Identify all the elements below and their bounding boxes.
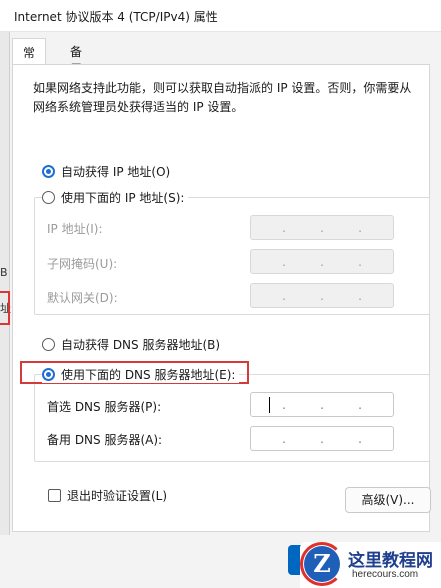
subnet-mask-field[interactable]: ... bbox=[250, 249, 394, 274]
ip-address-label: IP 地址(I): bbox=[47, 222, 103, 236]
gateway-field[interactable]: ... bbox=[250, 283, 394, 308]
radio-unselected-icon bbox=[42, 338, 55, 351]
watermark-url: herecours.com bbox=[352, 569, 419, 580]
text-caret bbox=[269, 397, 270, 413]
description-text: 如果网络支持此功能，则可以获取自动指派的 IP 设置。否则，你需要从网络系统管理… bbox=[33, 81, 412, 114]
tab-general[interactable]: 常规 bbox=[12, 38, 47, 77]
auto-dns-label: 自动获得 DNS 服务器地址(B) bbox=[61, 338, 221, 352]
auto-ip-label: 自动获得 IP 地址(O) bbox=[61, 165, 171, 179]
site-logo-icon: Z bbox=[304, 546, 340, 582]
preferred-dns-label: 首选 DNS 服务器(P): bbox=[47, 400, 162, 414]
auto-ip-radio[interactable]: 自动获得 IP 地址(O) bbox=[42, 163, 170, 180]
tab-alternate-config[interactable]: 备用配置 bbox=[60, 38, 92, 110]
background-window: 取 B 址 bbox=[0, 8, 11, 568]
title-bar: Internet 协议版本 4 (TCP/IPv4) 属性 bbox=[0, 0, 441, 32]
validate-on-exit-label: 退出时验证设置(L) bbox=[67, 489, 168, 503]
manual-dns-label: 使用下面的 DNS 服务器地址(E): bbox=[61, 368, 236, 382]
site-watermark: Z 这里教程网 herecours.com bbox=[300, 542, 441, 588]
gateway-label: 默认网关(D): bbox=[47, 291, 118, 305]
manual-ip-radio[interactable]: 使用下面的 IP 地址(S): bbox=[42, 189, 189, 206]
watermark-name: 这里教程网 bbox=[348, 551, 433, 571]
preferred-dns-field[interactable]: ... bbox=[250, 392, 394, 417]
window-title: Internet 协议版本 4 (TCP/IPv4) 属性 bbox=[14, 10, 218, 24]
radio-selected-icon bbox=[42, 368, 55, 381]
background-text: B bbox=[0, 266, 8, 279]
manual-dns-radio[interactable]: 使用下面的 DNS 服务器地址(E): bbox=[42, 366, 240, 383]
radio-selected-icon bbox=[42, 165, 55, 178]
radio-unselected-icon bbox=[42, 191, 55, 204]
checkbox-unchecked-icon bbox=[48, 489, 61, 502]
advanced-button[interactable]: 高级(V)... bbox=[345, 487, 431, 513]
subnet-mask-label: 子网掩码(U): bbox=[47, 257, 118, 271]
manual-ip-label: 使用下面的 IP 地址(S): bbox=[61, 191, 185, 205]
alternate-dns-label: 备用 DNS 服务器(A): bbox=[47, 433, 163, 447]
alternate-dns-field[interactable]: ... bbox=[250, 426, 394, 451]
ip-address-field[interactable]: ... bbox=[250, 215, 394, 240]
background-highlight bbox=[0, 291, 10, 325]
auto-dns-radio[interactable]: 自动获得 DNS 服务器地址(B) bbox=[42, 336, 220, 353]
validate-on-exit-checkbox[interactable]: 退出时验证设置(L) bbox=[48, 487, 167, 504]
